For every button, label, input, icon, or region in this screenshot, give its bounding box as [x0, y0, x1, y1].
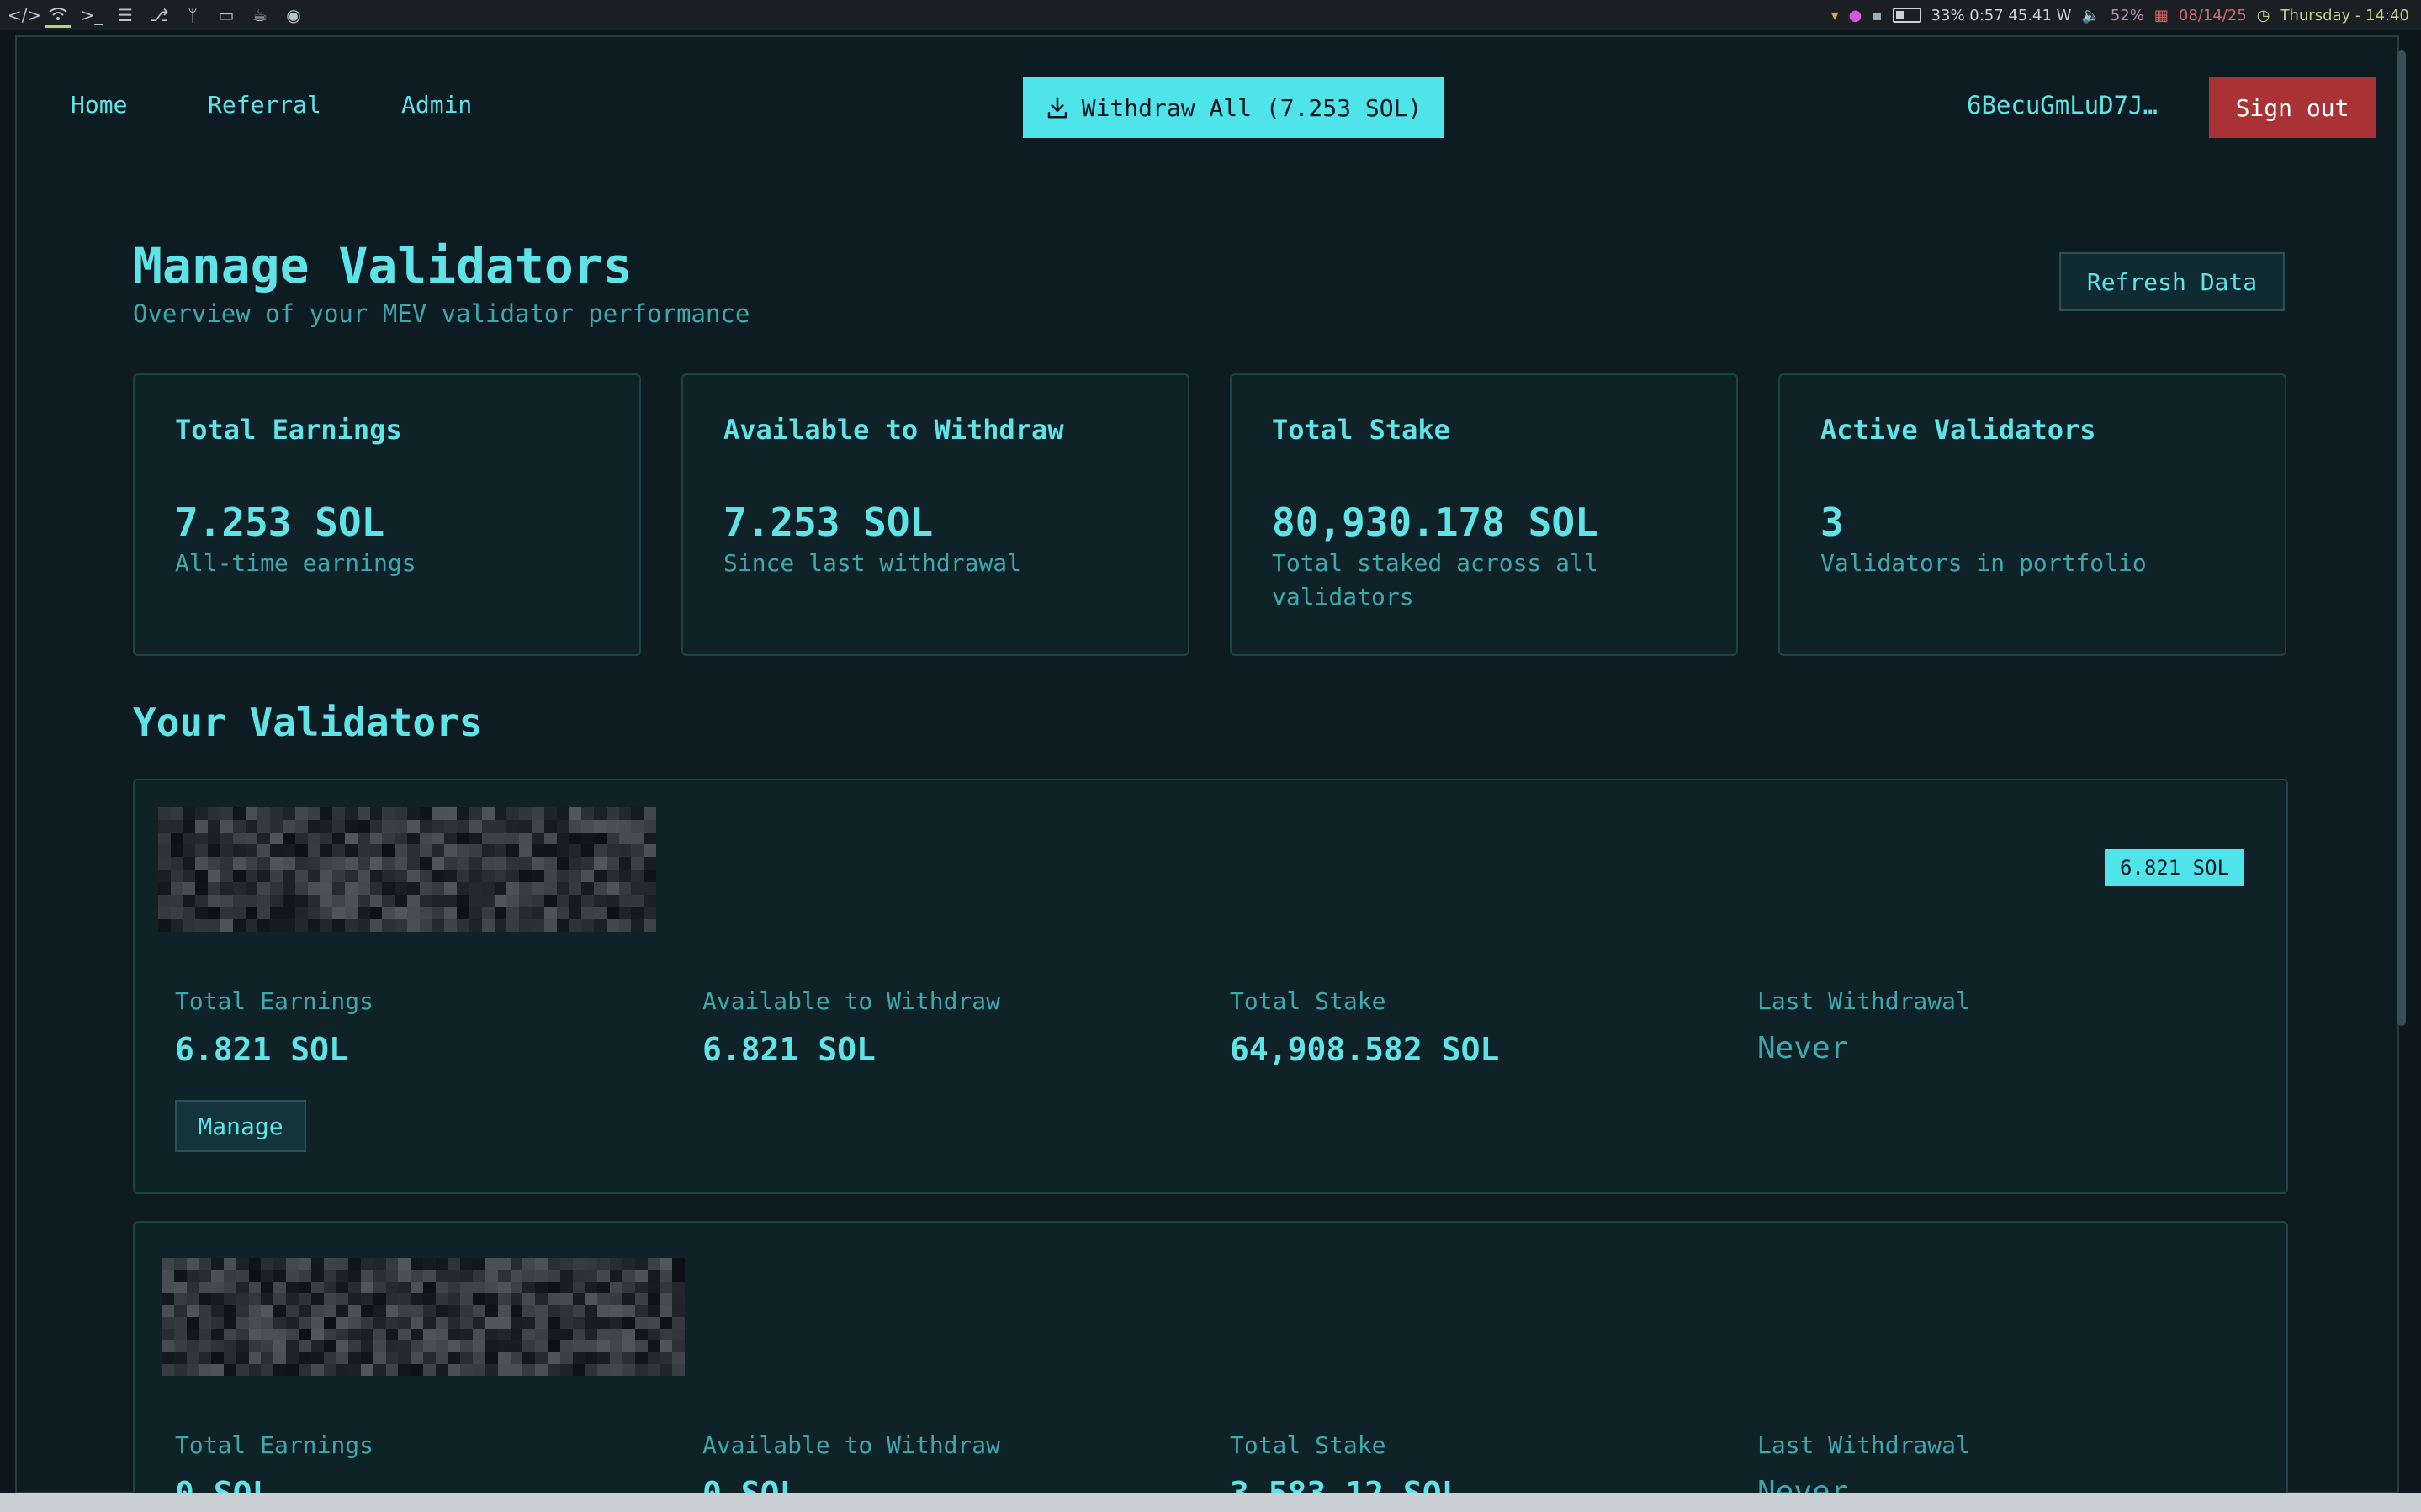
battery-status: 33% 0:57 45.41 W	[1931, 6, 2072, 24]
window-bottom-edge	[0, 1493, 2421, 1512]
page-title: Manage Validators	[133, 237, 633, 294]
metric-value: Never	[1757, 1031, 1849, 1065]
system-bar-status: ▾ ● ▪ 33% 0:57 45.41 W 🔈 52% ▦ 08/14/25 …	[1831, 0, 2409, 30]
volume-icon[interactable]: 🔈	[2081, 7, 2100, 24]
stat-card-total-earnings: Total Earnings 7.253 SOL All-time earnin…	[133, 373, 641, 656]
withdraw-all-label: Withdraw All (7.253 SOL)	[1081, 93, 1422, 122]
nav-home[interactable]: Home	[71, 91, 127, 119]
stat-label: Total Stake	[1272, 414, 1450, 446]
code-icon[interactable]: </>	[8, 3, 41, 28]
wallet-address[interactable]: 6BecuGmLuD7J…	[1967, 91, 2158, 119]
stat-label: Available to Withdraw	[723, 414, 1064, 446]
calendar-icon: ▦	[2153, 6, 2169, 24]
withdraw-all-button[interactable]: Withdraw All (7.253 SOL)	[1023, 77, 1444, 138]
stat-description: All-time earnings	[175, 549, 416, 577]
manage-button[interactable]: Manage	[175, 1100, 306, 1152]
sign-out-button[interactable]: Sign out	[2209, 77, 2376, 138]
redacted-validator-name	[162, 1258, 685, 1376]
metric-label: Total Earnings	[175, 987, 374, 1015]
clock-icon: ◷	[2256, 6, 2270, 24]
circle-icon[interactable]: ◉	[281, 3, 306, 28]
shield-icon: ▾	[1830, 6, 1839, 24]
list-icon[interactable]: ☰	[113, 3, 138, 28]
network-icon[interactable]: ⎇	[146, 3, 172, 28]
terminal-icon[interactable]: >_	[79, 3, 104, 28]
stat-value: 7.253 SOL	[723, 500, 934, 545]
clock-text: Thursday - 14:40	[2280, 6, 2409, 24]
metric-label: Total Stake	[1230, 987, 1386, 1015]
metric-label: Last Withdrawal	[1757, 987, 1970, 1015]
section-title: Your Validators	[133, 700, 483, 745]
refresh-data-button[interactable]: Refresh Data	[2059, 252, 2285, 311]
system-bar-left-icons: </> >_ ☰ ⎇ ᛘ ▭ ☕ ◉	[8, 0, 315, 30]
stat-card-active-validators: Active Validators 3 Validators in portfo…	[1778, 373, 2286, 656]
stat-value: 3	[1820, 500, 1844, 545]
wifi-icon[interactable]	[45, 3, 71, 28]
date-text: 08/14/25	[2178, 6, 2247, 24]
app-icon: ●	[1848, 6, 1862, 24]
validator-card: Total Earnings 0 SOL Available to Withdr…	[133, 1221, 2288, 1507]
metric-value: 6.821 SOL	[175, 1031, 348, 1068]
stat-description: Validators in portfolio	[1820, 549, 2147, 577]
git-branch-icon[interactable]: ᛘ	[180, 3, 205, 28]
coffee-icon[interactable]: ☕	[247, 3, 273, 28]
stat-label: Active Validators	[1820, 414, 2096, 446]
metric-label: Total Earnings	[175, 1431, 374, 1459]
metric-label: Total Stake	[1230, 1431, 1386, 1459]
page-scrollbar[interactable]	[2397, 50, 2406, 1026]
redacted-validator-name	[158, 807, 656, 932]
system-top-bar: </> >_ ☰ ⎇ ᛘ ▭ ☕ ◉ ▾ ● ▪ 33% 0:57 45.41 …	[0, 0, 2421, 30]
stat-value: 80,930.178 SOL	[1272, 500, 1598, 545]
stat-value: 7.253 SOL	[175, 500, 385, 545]
download-icon	[1047, 97, 1067, 119]
lock-icon: ▪	[1872, 6, 1883, 24]
stat-card-available-to-withdraw: Available to Withdraw 7.253 SOL Since la…	[681, 373, 1189, 656]
volume-level[interactable]: 52%	[2111, 7, 2144, 24]
stat-label: Total Earnings	[175, 414, 402, 446]
metric-value: 64,908.582 SOL	[1230, 1031, 1500, 1068]
stat-card-total-stake: Total Stake 80,930.178 SOL Total staked …	[1230, 373, 1738, 656]
earnings-badge: 6.821 SOL	[2105, 849, 2244, 886]
battery-icon	[1892, 8, 1921, 23]
metric-label: Available to Withdraw	[702, 987, 1001, 1015]
monitor-icon[interactable]: ▭	[214, 3, 239, 28]
stat-description: Total staked across all validators	[1272, 549, 1598, 611]
metric-label: Last Withdrawal	[1757, 1431, 1970, 1459]
metric-label: Available to Withdraw	[702, 1431, 1001, 1459]
stat-description: Since last withdrawal	[723, 549, 1022, 577]
validator-card: 6.821 SOL Total Earnings 6.821 SOL Avail…	[133, 779, 2288, 1194]
nav-admin[interactable]: Admin	[401, 91, 472, 119]
nav-referral[interactable]: Referral	[208, 91, 321, 119]
metric-value: 6.821 SOL	[702, 1031, 876, 1068]
page-subtitle: Overview of your MEV validator performan…	[133, 299, 750, 328]
